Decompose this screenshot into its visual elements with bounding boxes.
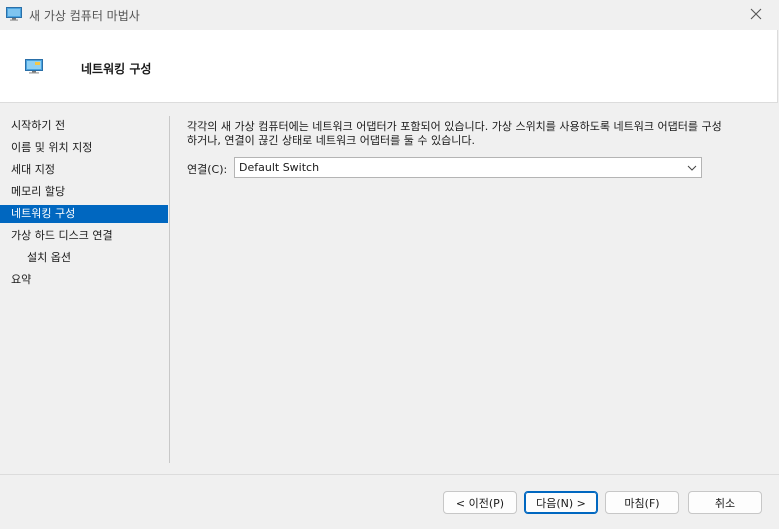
connection-selected-value: Default Switch [239,161,320,174]
sidebar-divider [169,116,170,463]
page-title: 네트워킹 구성 [81,62,152,76]
description-line-1: 각각의 새 가상 컴퓨터에는 네트워크 어댑터가 포함되어 있습니다. 가상 스… [187,120,722,133]
nav-item-before-you-begin[interactable]: 시작하기 전 [0,117,168,135]
close-icon [750,8,762,23]
finish-button[interactable]: 마침(F) [605,491,679,514]
title-bar: 새 가상 컴퓨터 마법사 [0,0,779,30]
nav-item-virtual-hard-disk[interactable]: 가상 하드 디스크 연결 [0,227,168,245]
footer-divider [0,474,779,475]
nav-item-name-location[interactable]: 이름 및 위치 지정 [0,139,168,157]
close-button[interactable] [733,0,779,30]
description-line-2: 하거나, 연결이 끊긴 상태로 네트워크 어댑터를 둘 수 있습니다. [187,134,475,147]
wizard-header: 네트워킹 구성 [0,30,778,103]
monitor-icon [25,59,43,74]
nav-item-networking[interactable]: 네트워킹 구성 [0,205,168,223]
main-content: 각각의 새 가상 컴퓨터에는 네트워크 어댑터가 포함되어 있습니다. 가상 스… [187,120,767,148]
nav-item-memory[interactable]: 메모리 할당 [0,183,168,201]
nav-item-generation[interactable]: 세대 지정 [0,161,168,179]
nav-item-installation-options[interactable]: 설치 옵션 [0,249,168,267]
chevron-down-icon [687,163,697,173]
previous-button[interactable]: < 이전(P) [443,491,517,514]
window-title: 새 가상 컴퓨터 마법사 [29,9,140,23]
connection-select[interactable]: Default Switch [234,157,702,178]
next-button[interactable]: 다음(N) > [524,491,598,514]
cancel-button[interactable]: 취소 [688,491,762,514]
monitor-icon [6,7,22,21]
nav-item-summary[interactable]: 요약 [0,271,168,289]
connection-label: 연결(C): [187,163,228,176]
